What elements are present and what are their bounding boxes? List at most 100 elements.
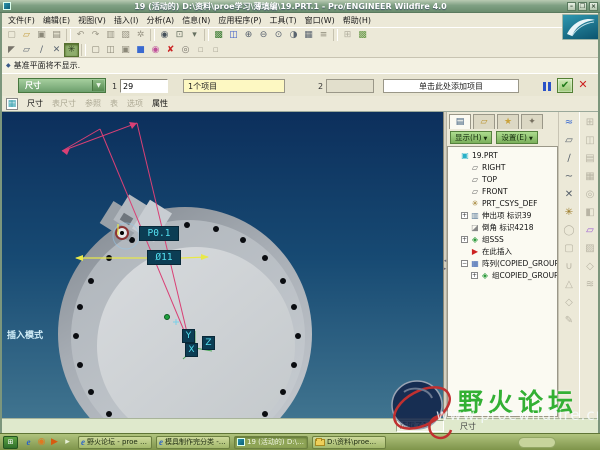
system-tray[interactable] [518,437,556,448]
graphics-window[interactable]: P0.1 Ø11 Y X Z 插入模式 [0,112,444,418]
tree-expander[interactable]: + [461,211,468,219]
close-button[interactable]: × [589,1,598,11]
tree-expander[interactable]: + [471,271,478,279]
tree-item[interactable]: + ◈ 组SSS [448,233,557,245]
media-player-icon[interactable]: ◉ [35,436,48,449]
dashboard-tab-enabled[interactable]: 属性 [152,98,168,109]
view-manager-icon[interactable]: ▦ [301,28,316,42]
maximize-button[interactable]: ❐ [578,1,587,11]
shaded-icon[interactable]: ■ [133,43,148,57]
model-display-icon[interactable]: ▩ [211,28,226,42]
add-item-field[interactable]: 单击此处添加项目 [383,79,519,93]
pause-button[interactable] [543,82,553,91]
dashboard-tab-enabled[interactable]: 尺寸 [27,98,43,109]
open-file-icon[interactable]: ▱ [19,28,34,42]
menu-h[interactable]: 帮助(H) [339,14,375,27]
pattern-tool-icon[interactable]: ≋ [582,277,599,292]
datum-point-tool-icon[interactable]: ✕ [561,187,578,202]
accept-button[interactable]: ✔ [557,78,573,93]
shell-tool-icon[interactable]: ◧ [582,205,599,220]
selected-hole[interactable] [115,226,129,240]
taskbar-button-active[interactable]: 19 (活动的) D:\资料\... [234,435,308,449]
model-tree-tab[interactable]: ▤ [449,114,471,129]
menu-w[interactable]: 窗口(W) [301,14,339,27]
diameter-dim-label[interactable]: Ø11 [147,250,181,265]
menu-e[interactable]: 编辑(E) [39,14,74,27]
tree-item[interactable]: + ◈ 组COPIED_GROUP [448,269,557,281]
tree-item[interactable]: ▱ RIGHT [448,161,557,173]
rect-tool-icon[interactable]: ▢ [561,241,578,256]
tree-item[interactable]: ▶ 在此插入 [448,245,557,257]
datum-point-toggle-icon[interactable]: ✕ [49,43,64,57]
pencil-tool-icon[interactable]: ✎ [561,313,578,328]
quicklaunch-expand-icon[interactable]: ▸ [61,436,74,449]
arc-tool-icon[interactable]: ∪ [561,259,578,274]
window-icon[interactable]: ◫ [226,28,241,42]
undo-icon[interactable]: ↶ [73,28,88,42]
datum-off-icon[interactable]: ✘ [163,43,178,57]
minimize-button[interactable]: – [567,1,576,11]
tree-item[interactable]: ▱ FRONT [448,185,557,197]
folder-browser-tab[interactable]: ▱ [473,114,495,129]
zoom-out-icon[interactable]: ⊖ [256,28,271,42]
datum-curve-tool-icon[interactable]: ∼ [561,169,578,184]
tree-item[interactable]: ▱ TOP [448,173,557,185]
extra-display2-icon[interactable]: ▫ [208,43,223,57]
pattern-dimension-input[interactable] [120,79,168,93]
player-icon[interactable]: ▶ [48,436,61,449]
pattern-type-dropdown[interactable]: 尺寸 ▼ [18,78,106,93]
selection-filter[interactable]: 尺寸 [460,421,476,432]
copy-icon[interactable]: ▥ [103,28,118,42]
menu-n[interactable]: 信息(N) [178,14,214,27]
draft-tool-icon[interactable]: ◇ [582,259,599,274]
zoom-in-icon[interactable]: ⊕ [241,28,256,42]
revolve-tool-icon[interactable]: ◫ [582,133,599,148]
menu-v[interactable]: 视图(V) [74,14,110,27]
cancel-button[interactable]: ✕ [577,78,589,93]
select-dropdown-icon[interactable]: ▾ [187,28,202,42]
taskbar-button[interactable]: e模具制作完分类 - 写... [156,435,230,449]
show-button[interactable]: 显示(H) ▼ [450,131,493,144]
extra-display-icon[interactable]: ▫ [193,43,208,57]
visibility-eye-icon[interactable]: ◎ [178,43,193,57]
tree-item[interactable]: ✳ PRT_CSYS_DEF [448,197,557,209]
ie-quicklaunch-icon[interactable]: e [22,436,35,449]
zoom-refit-icon[interactable]: ⊙ [271,28,286,42]
no-hidden-icon[interactable]: ▣ [118,43,133,57]
menu-t[interactable]: 工具(T) [266,14,301,27]
datum-plane-tool-icon[interactable]: ▱ [561,133,578,148]
start-button[interactable]: ⊞ [3,435,18,449]
print-icon[interactable]: ▤ [49,28,64,42]
sweep-tool-icon[interactable]: ▤ [582,151,599,166]
menu-i[interactable]: 插入(I) [110,14,143,27]
diamond-tool-icon[interactable]: ◇ [561,295,578,310]
datum-plane-toggle-icon[interactable]: ▱ [19,43,34,57]
csys-tool-icon[interactable]: ✳ [561,205,578,220]
second-direction-field[interactable] [326,79,374,93]
menu-f[interactable]: 文件(F) [4,14,39,27]
menu-a[interactable]: 分析(A) [142,14,178,27]
extrude-tool-icon[interactable]: ⊞ [582,115,599,130]
csys-toggle-icon[interactable]: ✳ [64,42,79,57]
drag-icon[interactable]: ⊞ [340,28,355,42]
rib-tool-icon[interactable]: ▨ [582,241,599,256]
connections-tab[interactable]: ✦ [521,114,543,129]
reorient-icon[interactable]: ◑ [286,28,301,42]
paste-icon[interactable]: ▧ [118,28,133,42]
pattern-param-label[interactable]: P0.1 [139,226,179,241]
layers-icon[interactable]: ≡ [316,28,331,42]
find-icon[interactable]: ◉ [157,28,172,42]
tree-item[interactable]: − ▦ 阵列(COPIED_GROUP) [448,257,557,269]
tree-item[interactable]: ◪ 倒角 标识4218 [448,221,557,233]
new-file-icon[interactable]: ▢ [4,28,19,42]
redo-icon[interactable]: ↷ [88,28,103,42]
regenerate-icon[interactable]: ✲ [133,28,148,42]
hidden-line-icon[interactable]: ◫ [103,43,118,57]
triangle-tool-icon[interactable]: △ [561,277,578,292]
tree-expander[interactable]: + [461,235,468,243]
select-box-icon[interactable]: ⊡ [172,28,187,42]
tree-item[interactable]: ▣ 19.PRT [448,149,557,161]
blend-tool-icon[interactable]: ▦ [582,169,599,184]
settings-button[interactable]: 设置(E) ▼ [496,131,538,144]
taskbar-button[interactable]: D:\资料\proe学习 [312,435,386,449]
